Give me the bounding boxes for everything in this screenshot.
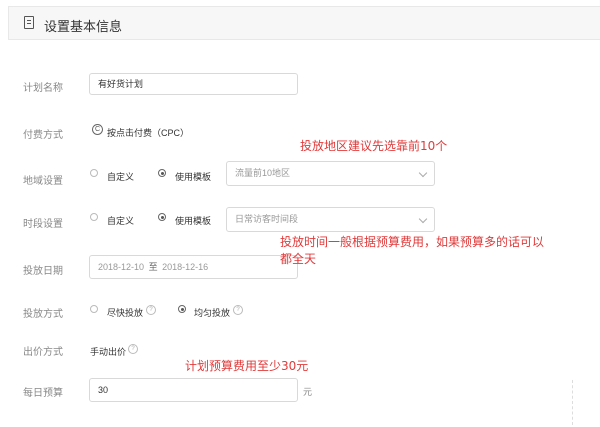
- region-custom-label: 自定义: [107, 172, 135, 182]
- region-select-value: 流量前10地区: [235, 168, 291, 178]
- section-header: 设置基本信息: [8, 6, 600, 40]
- chevron-down-icon: [418, 214, 428, 223]
- delivery-label: 投放方式: [23, 309, 63, 320]
- help-icon[interactable]: ?: [128, 344, 138, 354]
- delivery-fast-label: 尽快投放: [107, 308, 144, 318]
- delivery-fast-radio[interactable]: [90, 305, 98, 313]
- time-select-value: 日常访客时间段: [235, 214, 299, 224]
- budget-label: 每日预算: [23, 388, 63, 399]
- region-template-select[interactable]: 流量前10地区: [226, 161, 435, 186]
- region-tip-note: 投放地区建议先选靠前10个: [300, 139, 448, 153]
- divider: [572, 380, 574, 425]
- region-template-label: 使用模板: [175, 172, 212, 182]
- plan-name-label: 计划名称: [23, 83, 63, 94]
- chevron-down-icon: [418, 168, 428, 177]
- time-template-radio[interactable]: [158, 213, 166, 221]
- date-end: 2018-12-16: [162, 262, 209, 272]
- budget-unit: 元: [303, 387, 313, 397]
- billing-value: 按点击付费（CPC）: [107, 128, 190, 138]
- date-start: 2018-12-10: [98, 262, 145, 272]
- time-template-select[interactable]: 日常访客时间段: [226, 207, 435, 232]
- bid-label: 出价方式: [23, 347, 63, 358]
- delivery-even-radio[interactable]: [178, 305, 186, 313]
- bid-value: 手动出价: [90, 347, 127, 357]
- time-template-label: 使用模板: [175, 216, 212, 226]
- region-custom-radio[interactable]: [90, 169, 98, 177]
- delivery-even-label: 均匀投放: [194, 308, 231, 318]
- region-label: 地域设置: [23, 176, 63, 187]
- billing-label: 付费方式: [23, 130, 63, 141]
- help-icon[interactable]: ?: [146, 305, 156, 315]
- help-icon[interactable]: ?: [233, 305, 243, 315]
- budget-tip-note: 计划预算费用至少30元: [185, 359, 309, 373]
- date-range-input[interactable]: 2018-12-10 至 2018-12-16: [89, 255, 298, 279]
- region-template-radio[interactable]: [158, 169, 166, 177]
- time-custom-label: 自定义: [107, 216, 135, 226]
- date-separator: 至: [148, 262, 158, 272]
- daily-budget-input[interactable]: 30: [89, 378, 298, 402]
- time-tip-note-line2: 都全天: [280, 252, 317, 266]
- dates-label: 投放日期: [23, 266, 63, 277]
- coin-icon: C: [92, 124, 103, 135]
- time-tip-note-line1: 投放时间一般根据预算费用，如果预算多的话可以: [280, 235, 545, 249]
- time-slot-label: 时段设置: [23, 219, 63, 230]
- section-title: 设置基本信息: [44, 19, 123, 34]
- document-icon: [24, 16, 34, 29]
- plan-name-input[interactable]: 有好货计划: [89, 73, 298, 95]
- time-custom-radio[interactable]: [90, 213, 98, 221]
